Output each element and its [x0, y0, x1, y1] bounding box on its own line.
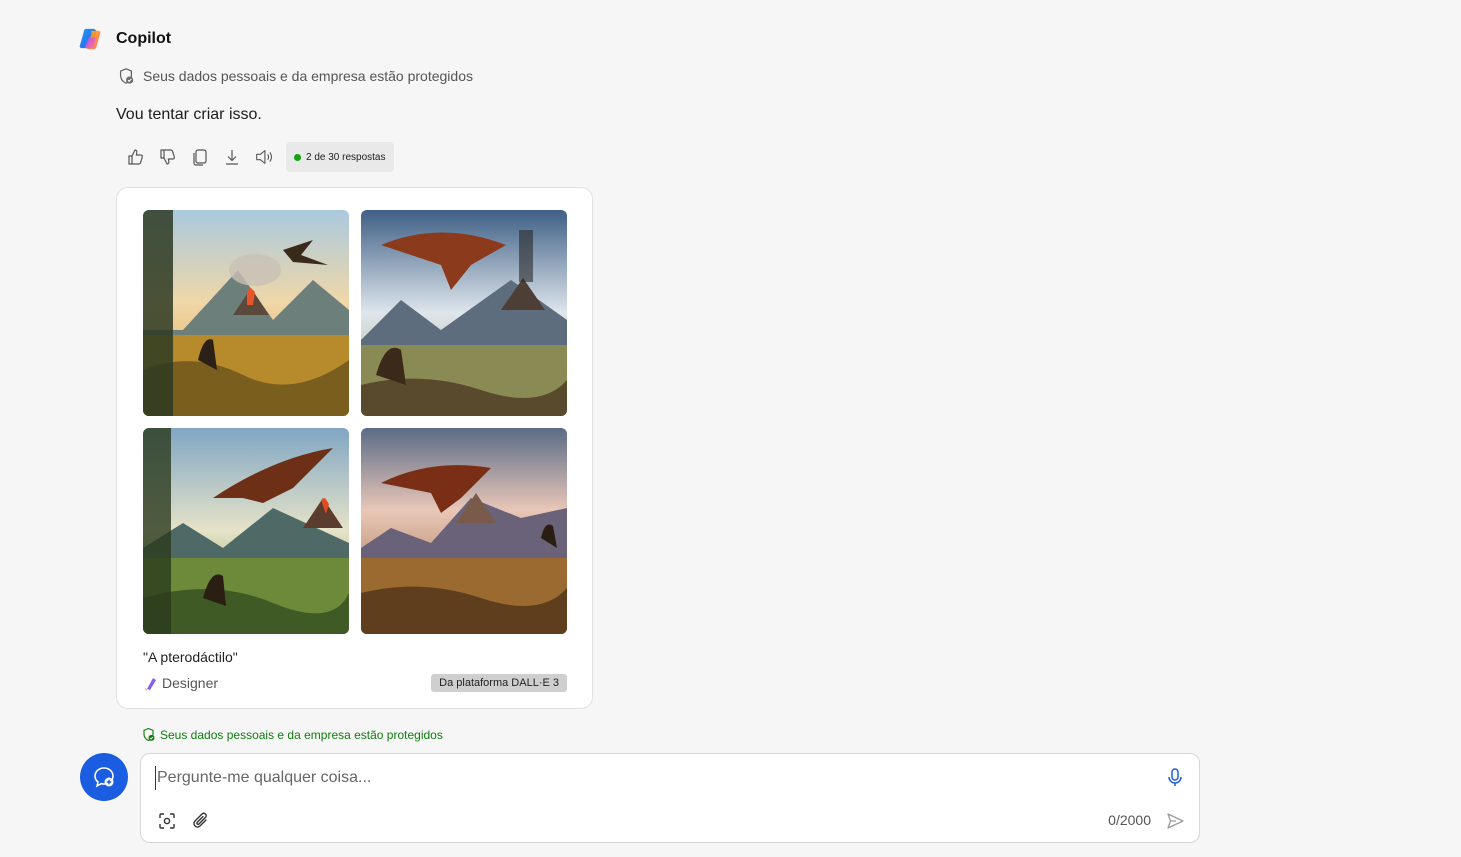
- download-icon: [226, 150, 238, 165]
- copilot-logo-icon: [79, 26, 104, 51]
- app-title: Copilot: [116, 29, 172, 47]
- response-count-text: 2 de 30 respostas: [306, 151, 386, 163]
- response-count-badge: 2 de 30 respostas: [286, 142, 394, 172]
- microphone-icon: [1168, 768, 1182, 786]
- copy-icon: [193, 149, 207, 166]
- designer-label: Designer: [162, 675, 219, 691]
- prompt-input[interactable]: [155, 766, 1135, 790]
- copy-button[interactable]: [184, 142, 216, 172]
- scan-icon: [159, 813, 175, 829]
- message-actions: 2 de 30 respostas: [120, 142, 394, 172]
- privacy-notice-text: Seus dados pessoais e da empresa estão p…: [143, 68, 473, 84]
- chat-composer: 0/2000: [140, 753, 1200, 843]
- char-counter: 0/2000: [1108, 812, 1151, 828]
- designer-link[interactable]: Designer: [143, 675, 218, 691]
- pterodactyl-image-4[interactable]: [361, 428, 567, 634]
- status-dot: [294, 153, 301, 161]
- image-caption: "A pterodáctilo": [143, 649, 238, 665]
- privacy-notice-bottom: Seus dados pessoais e da empresa estão p…: [141, 727, 443, 742]
- platform-badge: Da plataforma DALL·E 3: [431, 674, 567, 692]
- visual-search-button[interactable]: [155, 809, 179, 833]
- thumbs-up-button[interactable]: [120, 142, 152, 172]
- thumbs-down-icon: [160, 149, 175, 165]
- shield-check-icon: [143, 727, 155, 742]
- assistant-message: Vou tentar criar isso.: [116, 106, 262, 123]
- pterodactyl-image-2[interactable]: [361, 210, 567, 416]
- image-result-card: "A pterodáctilo" Designer Da plataforma …: [116, 187, 593, 709]
- microphone-button[interactable]: [1163, 765, 1187, 789]
- app-header: Copilot: [79, 26, 171, 51]
- thumbs-down-button[interactable]: [152, 142, 184, 172]
- read-aloud-icon: [256, 150, 273, 164]
- privacy-notice: Seus dados pessoais e da empresa estão p…: [117, 67, 473, 85]
- read-aloud-button[interactable]: [248, 142, 280, 172]
- new-chat-icon: [94, 767, 114, 788]
- shield-check-icon: [119, 68, 134, 84]
- pterodactyl-image-1[interactable]: [143, 210, 349, 416]
- download-button[interactable]: [216, 142, 248, 172]
- designer-icon: [145, 678, 156, 691]
- pterodactyl-image-3[interactable]: [143, 428, 349, 634]
- thumbs-up-icon: [128, 149, 143, 165]
- attach-button[interactable]: [189, 809, 213, 833]
- paperclip-icon: [193, 812, 207, 828]
- privacy-notice-bottom-text: Seus dados pessoais e da empresa estão p…: [160, 727, 443, 742]
- new-topic-button[interactable]: [80, 753, 128, 801]
- send-button[interactable]: [1163, 809, 1187, 833]
- send-icon: [1167, 813, 1184, 829]
